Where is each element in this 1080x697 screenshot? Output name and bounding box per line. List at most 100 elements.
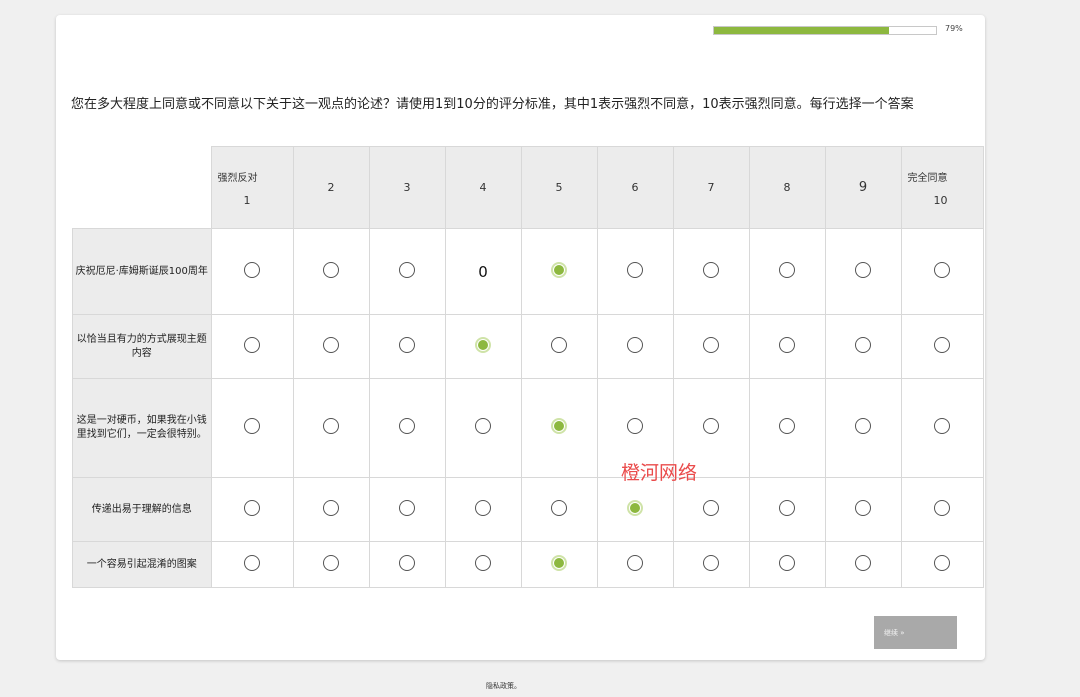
- rating-radio-7[interactable]: [703, 554, 719, 571]
- continue-button[interactable]: 继续 »: [874, 616, 957, 649]
- rating-radio-4[interactable]: [475, 499, 491, 516]
- rating-cell: [900, 228, 984, 315]
- rating-radio-1[interactable]: [244, 261, 260, 278]
- rating-radio-5[interactable]: [551, 554, 567, 571]
- column-header-9: 9: [824, 146, 902, 229]
- column-header-number: 8: [783, 181, 791, 194]
- rating-cell: [292, 477, 370, 542]
- survey-card: 79% 您在多大程度上同意或不同意以下关于这一观点的论述？请使用1到10分的评分…: [56, 15, 985, 660]
- rating-radio-9[interactable]: [855, 418, 871, 434]
- column-header-8: 8: [748, 146, 826, 229]
- rating-radio-6[interactable]: [627, 418, 643, 434]
- rating-radio-9[interactable]: [855, 554, 871, 571]
- rating-radio-10[interactable]: [934, 499, 950, 516]
- rating-cell: [368, 477, 446, 542]
- column-header-3: 3: [368, 146, 446, 229]
- rating-cell: [824, 477, 902, 542]
- rating-radio-6[interactable]: [627, 554, 643, 571]
- rating-cell: [748, 314, 826, 379]
- rating-cell: [210, 314, 294, 379]
- matrix-corner: [72, 146, 211, 229]
- rating-radio-8[interactable]: [779, 554, 795, 571]
- rating-radio-8[interactable]: [779, 418, 795, 434]
- rating-radio-6[interactable]: [627, 336, 643, 353]
- rating-radio-10[interactable]: [934, 554, 950, 571]
- rating-radio-2[interactable]: [323, 418, 339, 434]
- row-statement: 这是一对硬币，如果我在小钱里找到它们，一定会很特别。: [72, 378, 212, 478]
- rating-cell: [672, 541, 750, 588]
- rating-radio-10[interactable]: [934, 261, 950, 278]
- rating-radio-2[interactable]: [323, 261, 339, 278]
- rating-cell: [210, 541, 294, 588]
- rating-radio-4[interactable]: [475, 418, 491, 434]
- rating-radio-2[interactable]: [323, 336, 339, 353]
- rating-radio-5[interactable]: [551, 418, 567, 434]
- rating-cell: [210, 378, 294, 478]
- rating-radio-1[interactable]: [244, 499, 260, 516]
- rating-cell: [520, 314, 598, 379]
- rating-radio-3[interactable]: [399, 499, 415, 516]
- rating-radio-4[interactable]: [475, 554, 491, 571]
- privacy-policy-link[interactable]: 隐私政策。: [0, 681, 1007, 691]
- rating-cell: [824, 314, 902, 379]
- rating-matrix: 强烈反对 1 2 3 4 5 6 7 8 9 完全同意 10 庆祝厄尼·库姆斯诞辰100周年 0 以恰当且…: [72, 146, 984, 588]
- matrix-row: 这是一对硬币，如果我在小钱里找到它们，一定会很特别。: [72, 378, 984, 478]
- rating-cell: [368, 228, 446, 315]
- column-header-anchor-label: 完全同意: [907, 172, 948, 184]
- rating-cell: [210, 228, 294, 315]
- rating-radio-1[interactable]: [244, 554, 260, 571]
- rating-radio-7[interactable]: [703, 336, 719, 353]
- rating-radio-4[interactable]: [475, 336, 491, 353]
- rating-radio-3[interactable]: [399, 261, 415, 278]
- rating-cell: [596, 541, 674, 588]
- rating-radio-7[interactable]: [703, 499, 719, 516]
- rating-cell: [596, 314, 674, 379]
- rating-cell: [672, 228, 750, 315]
- rating-radio-3[interactable]: [399, 418, 415, 434]
- matrix-row: 庆祝厄尼·库姆斯诞辰100周年 0: [72, 228, 984, 315]
- rating-cell: [900, 378, 984, 478]
- rating-radio-9[interactable]: [855, 499, 871, 516]
- rating-radio-8[interactable]: [779, 499, 795, 516]
- rating-radio-7[interactable]: [703, 261, 719, 278]
- progress-label: 79%: [945, 24, 963, 33]
- rating-radio-7[interactable]: [703, 418, 719, 434]
- column-header-number: 6: [631, 181, 639, 194]
- matrix-row: 传递出易于理解的信息: [72, 477, 984, 542]
- rating-cell: [292, 378, 370, 478]
- rating-cell: [824, 228, 902, 315]
- column-header-6: 6: [596, 146, 674, 229]
- rating-radio-9[interactable]: [855, 261, 871, 278]
- row-statement: 一个容易引起混淆的图案: [72, 541, 212, 588]
- rating-cell: [444, 314, 522, 379]
- rating-radio-2[interactable]: [323, 554, 339, 571]
- column-header-number: 7: [707, 181, 715, 194]
- rating-cell: [672, 477, 750, 542]
- rating-radio-3[interactable]: [399, 336, 415, 353]
- rating-radio-1[interactable]: [244, 336, 260, 353]
- rating-radio-8[interactable]: [779, 261, 795, 278]
- rating-radio-8[interactable]: [779, 336, 795, 353]
- rating-radio-10[interactable]: [934, 336, 950, 353]
- rating-radio-10[interactable]: [934, 418, 950, 434]
- rating-radio-5[interactable]: [551, 499, 567, 516]
- rating-cell: [520, 378, 598, 478]
- column-header-1: 强烈反对 1: [210, 146, 294, 229]
- rating-cell: [900, 314, 984, 379]
- rating-cell: [900, 477, 984, 542]
- rating-radio-1[interactable]: [244, 418, 260, 434]
- rating-radio-5[interactable]: [551, 261, 567, 278]
- column-header-number: 3: [403, 181, 411, 194]
- rating-radio-6[interactable]: [627, 499, 643, 516]
- rating-cell: [748, 477, 826, 542]
- rating-radio-5[interactable]: [551, 336, 567, 353]
- rating-radio-6[interactable]: [627, 261, 643, 278]
- rating-cell: [748, 228, 826, 315]
- rating-radio-3[interactable]: [399, 554, 415, 571]
- progress-bar: [713, 26, 937, 35]
- column-header-number: 4: [479, 181, 487, 194]
- rating-cell: [520, 228, 598, 315]
- rating-radio-2[interactable]: [323, 499, 339, 516]
- matrix-row: 以恰当且有力的方式展现主题内容: [72, 314, 984, 379]
- rating-radio-9[interactable]: [855, 336, 871, 353]
